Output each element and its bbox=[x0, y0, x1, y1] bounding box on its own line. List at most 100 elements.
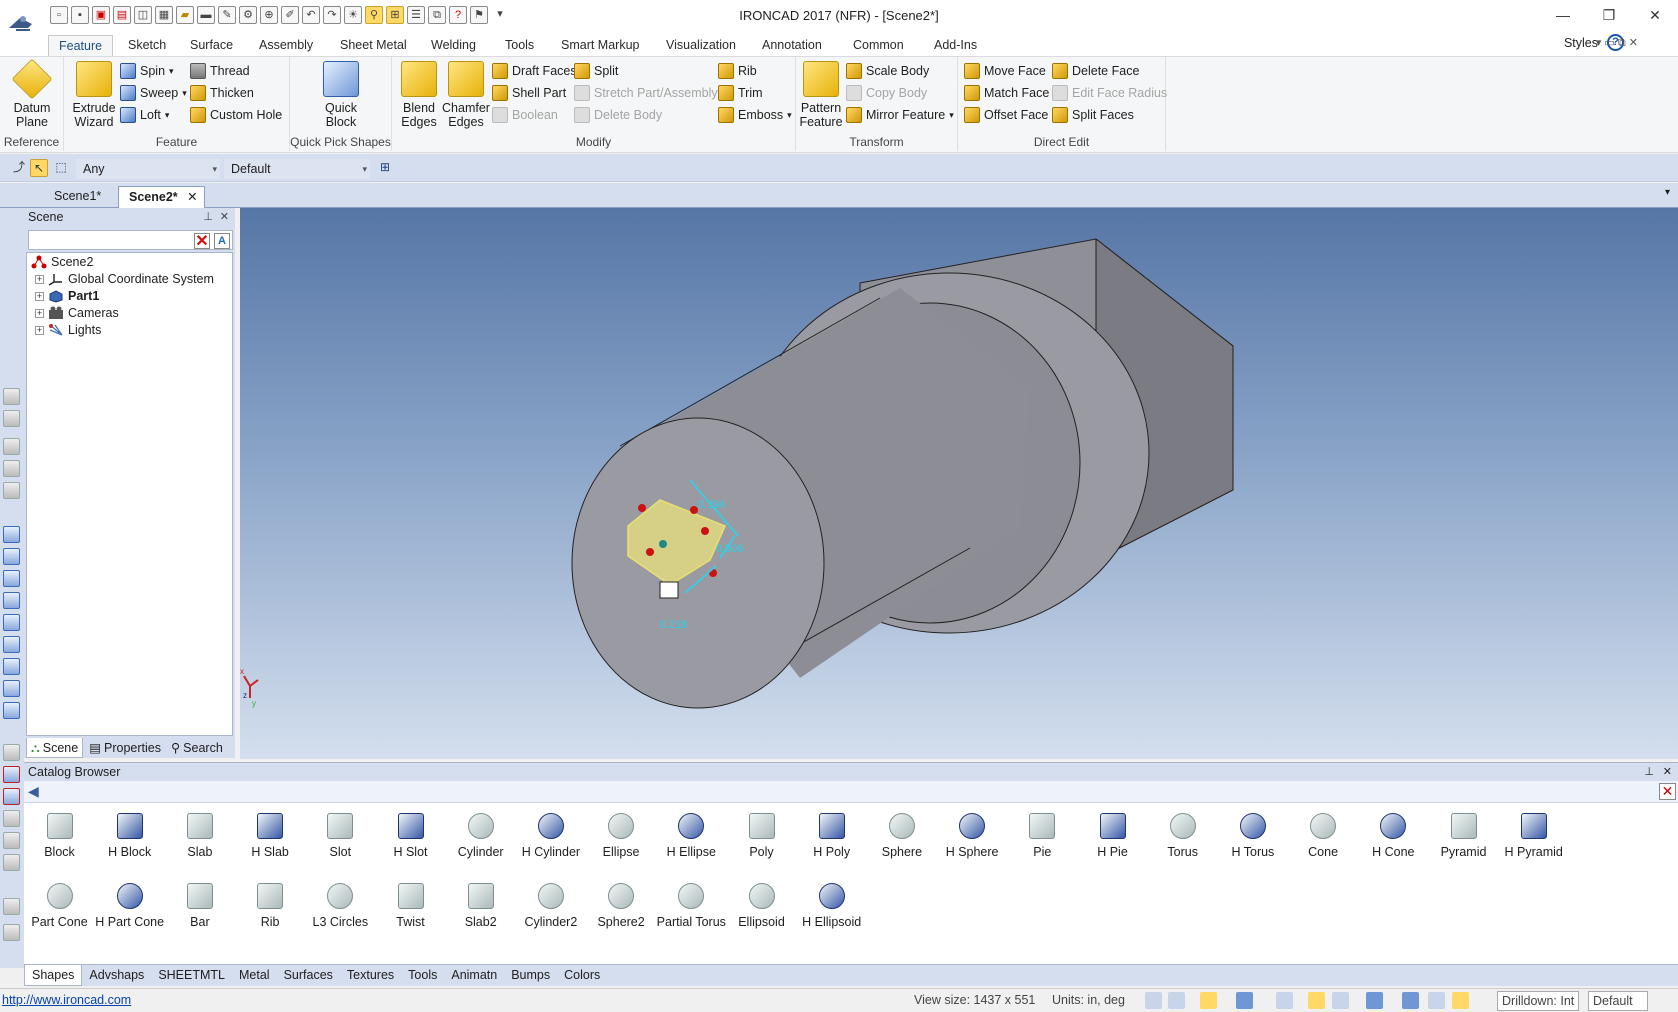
open-icon[interactable]: ▰ bbox=[176, 6, 194, 24]
close-panel-icon[interactable]: ✕ bbox=[1663, 763, 1672, 781]
new-file-icon[interactable]: ▫ bbox=[50, 6, 68, 24]
match-face-button[interactable]: Match Face bbox=[964, 83, 1049, 103]
tab-add-ins[interactable]: Add-Ins bbox=[924, 35, 987, 56]
new-part-icon[interactable]: ▤ bbox=[113, 6, 131, 24]
tree-node-lights[interactable]: + Lights bbox=[35, 321, 101, 339]
dimension-label[interactable]: 0.306 bbox=[716, 543, 744, 555]
help-icon[interactable]: ? bbox=[449, 6, 467, 24]
catalog-shape-poly[interactable]: Poly bbox=[724, 809, 799, 859]
angle-icon[interactable] bbox=[3, 810, 20, 827]
offset-face-button[interactable]: Offset Face bbox=[964, 105, 1048, 125]
pointer-icon[interactable] bbox=[1452, 992, 1469, 1009]
pan-icon[interactable] bbox=[1200, 992, 1217, 1009]
select-pointer-icon[interactable]: ↖ bbox=[30, 159, 48, 177]
redo-icon[interactable]: ↷ bbox=[323, 6, 341, 24]
rib-button[interactable]: Rib bbox=[718, 61, 757, 81]
tree-node-part1[interactable]: + Part1 bbox=[35, 287, 99, 305]
look-at-icon[interactable] bbox=[1276, 992, 1293, 1009]
catalog-shape-l3-circles[interactable]: L3 Circles bbox=[303, 879, 378, 929]
view-icon[interactable] bbox=[3, 460, 20, 477]
light-bulb-icon[interactable]: ☀ bbox=[344, 6, 362, 24]
catalog-shape-partial-torus[interactable]: Partial Torus bbox=[654, 879, 729, 929]
catalog-tab-bumps[interactable]: Bumps bbox=[504, 965, 557, 986]
close-button[interactable]: ✕ bbox=[1632, 0, 1678, 30]
view-icon[interactable] bbox=[3, 482, 20, 499]
curve-icon[interactable] bbox=[3, 898, 20, 915]
snap-icon[interactable] bbox=[3, 388, 20, 405]
training-icon[interactable]: ⚑ bbox=[470, 6, 488, 24]
view-cube-icon[interactable] bbox=[1402, 992, 1419, 1009]
drilldown-dropdown[interactable]: Drilldown: Int bbox=[1497, 991, 1580, 1011]
pin-icon[interactable]: ⊥ bbox=[203, 208, 213, 226]
measure-icon[interactable] bbox=[3, 788, 20, 805]
quick-block-button[interactable]: Quick Block bbox=[316, 61, 366, 129]
loft-button[interactable]: Loft ▾ bbox=[120, 105, 169, 125]
customize-qat-icon[interactable]: ▾ bbox=[491, 6, 509, 24]
close-tab-icon[interactable]: ✕ bbox=[187, 187, 197, 207]
line-tool-icon[interactable] bbox=[3, 744, 20, 761]
catalog-tab-sheetmtl[interactable]: SHEETMTL bbox=[151, 965, 232, 986]
undo-icon[interactable]: ↶ bbox=[302, 6, 320, 24]
shell-part-button[interactable]: Shell Part bbox=[492, 83, 566, 103]
cube-left-icon[interactable] bbox=[3, 680, 20, 697]
catalog-tab-surfaces[interactable]: Surfaces bbox=[277, 965, 340, 986]
orbit-icon[interactable] bbox=[1236, 992, 1253, 1009]
tab-sketch[interactable]: Sketch bbox=[118, 35, 176, 56]
select-icon[interactable] bbox=[1428, 992, 1445, 1009]
tree-node-global-coordinate-system[interactable]: + Global Coordinate System bbox=[35, 270, 214, 288]
catalog-tab-metal[interactable]: Metal bbox=[232, 965, 277, 986]
cube-view-icon[interactable] bbox=[3, 702, 20, 719]
close-panel-icon[interactable]: ✕ bbox=[220, 208, 229, 226]
move-face-button[interactable]: Move Face bbox=[964, 61, 1046, 81]
tab-visualization[interactable]: Visualization bbox=[656, 35, 746, 56]
catalog-shape-slab2[interactable]: Slab2 bbox=[443, 879, 518, 929]
catalog-shape-h-sphere[interactable]: H Sphere bbox=[935, 809, 1010, 859]
catalog-shape-cone[interactable]: Cone bbox=[1286, 809, 1361, 859]
catalog-shape-h-torus[interactable]: H Torus bbox=[1215, 809, 1290, 859]
zoom-icon[interactable] bbox=[1145, 992, 1162, 1009]
tree-node-scene2[interactable]: Scene2 bbox=[31, 253, 93, 271]
save-icon[interactable]: ▬ bbox=[197, 6, 215, 24]
tab-welding[interactable]: Welding bbox=[421, 35, 486, 56]
boolean-button[interactable]: Boolean bbox=[492, 105, 558, 125]
pin-icon[interactable]: ⊥ bbox=[1644, 763, 1654, 781]
tab-smart-markup[interactable]: Smart Markup bbox=[551, 35, 650, 56]
properties-icon[interactable]: ✐ bbox=[281, 6, 299, 24]
catalog-shape-h-part-cone[interactable]: H Part Cone bbox=[92, 879, 167, 929]
tab-search[interactable]: ⚲ Search bbox=[167, 738, 227, 758]
draft-faces-button[interactable]: Draft Faces bbox=[492, 61, 577, 81]
expand-icon[interactable]: + bbox=[35, 325, 44, 335]
styles-dropdown[interactable]: Styles bbox=[1564, 36, 1598, 50]
thicken-button[interactable]: Thicken bbox=[190, 83, 254, 103]
catalog-shape-h-slab[interactable]: H Slab bbox=[233, 809, 308, 859]
datum-plane-button[interactable]: Datum Plane bbox=[8, 58, 56, 129]
blend-edges-button[interactable]: Blend Edges bbox=[398, 61, 440, 129]
back-arrow-icon[interactable]: ◀ bbox=[28, 783, 39, 800]
list-icon[interactable]: ☰ bbox=[407, 6, 425, 24]
zoom-icon[interactable]: ⊕ bbox=[260, 6, 278, 24]
catalog-shape-h-cylinder[interactable]: H Cylinder bbox=[513, 809, 588, 859]
expand-icon[interactable]: + bbox=[35, 291, 44, 301]
clear-search-icon[interactable]: ✕ bbox=[194, 233, 210, 250]
catalog-shape-torus[interactable]: Torus bbox=[1145, 809, 1220, 859]
extrude-wizard-button[interactable]: Extrude Wizard bbox=[68, 61, 120, 129]
cube-iso-icon[interactable] bbox=[3, 592, 20, 609]
tab-properties[interactable]: ▤ Properties bbox=[85, 738, 165, 758]
dimension-label[interactable]: 0.394 bbox=[698, 499, 726, 511]
cube-back-icon[interactable] bbox=[3, 614, 20, 631]
expand-icon[interactable]: + bbox=[35, 274, 44, 284]
select-parts-icon[interactable]: ⤴ bbox=[10, 159, 28, 177]
catalog-shape-ellipsoid[interactable]: Ellipsoid bbox=[724, 879, 799, 929]
3d-viewport[interactable]: 0.394 0.306 0.218 x y z bbox=[240, 208, 1678, 759]
catalog-tab-animatn[interactable]: Animatn bbox=[444, 965, 504, 986]
catalog-shape-slot[interactable]: Slot bbox=[303, 809, 378, 859]
snap-icon[interactable] bbox=[3, 410, 20, 427]
catalog-shape-h-block[interactable]: H Block bbox=[92, 809, 167, 859]
minimize-button[interactable]: — bbox=[1540, 0, 1586, 30]
style-dropdown[interactable]: Default ▾ bbox=[224, 159, 370, 179]
catalog-shape-h-slot[interactable]: H Slot bbox=[373, 809, 448, 859]
copy-body-button[interactable]: Copy Body bbox=[846, 83, 927, 103]
new-assembly-icon[interactable]: ◫ bbox=[134, 6, 152, 24]
status-default-dropdown[interactable]: Default bbox=[1588, 991, 1648, 1011]
pattern-feature-button[interactable]: Pattern Feature bbox=[798, 61, 844, 129]
